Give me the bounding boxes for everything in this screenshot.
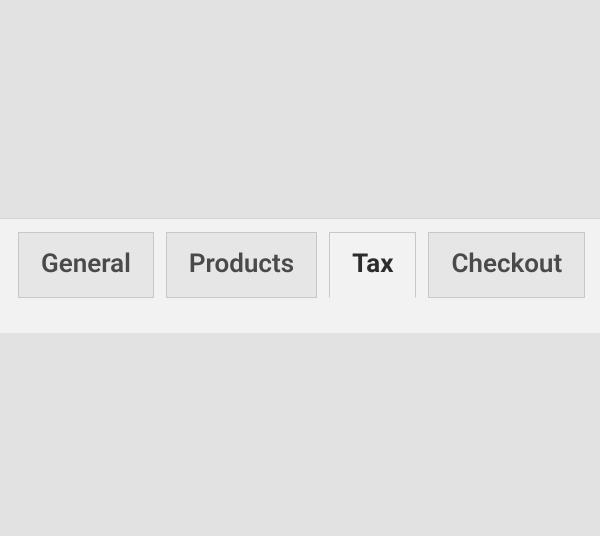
tab-checkout[interactable]: Checkout	[428, 232, 585, 298]
tab-tax[interactable]: Tax	[329, 232, 416, 298]
settings-tab-bar: General Products Tax Checkout	[18, 232, 585, 298]
tab-label: General	[41, 251, 131, 277]
tab-label: Checkout	[451, 251, 562, 277]
tab-label: Products	[189, 251, 294, 277]
tab-label: Tax	[352, 251, 393, 277]
tab-general[interactable]: General	[18, 232, 154, 298]
tab-products[interactable]: Products	[166, 232, 317, 298]
